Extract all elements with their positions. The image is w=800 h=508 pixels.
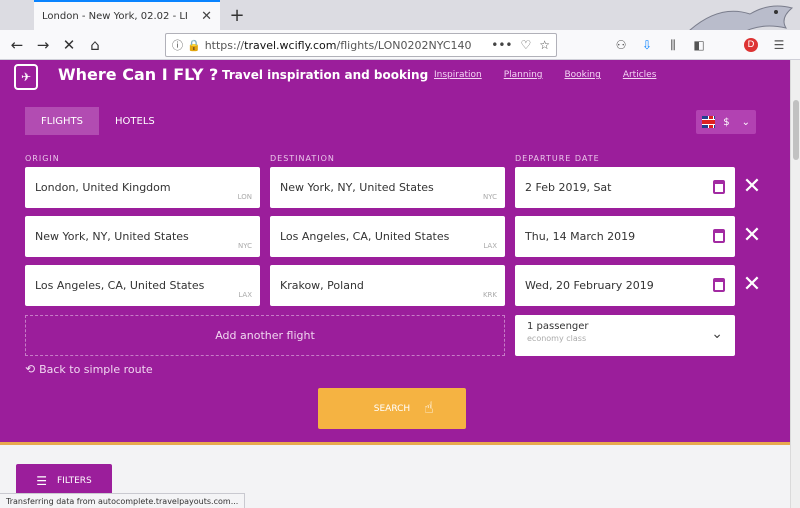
profile-avatar-icon[interactable]: D <box>742 36 760 54</box>
remove-leg-1-icon[interactable]: ✕ <box>742 176 762 198</box>
filters-icon: ☰ <box>36 474 47 488</box>
url-text[interactable]: https://travel.wcifly.com/flights/LON020… <box>205 39 484 52</box>
browser-tab-bar: London - New York, 02.02 - LI ✕ + <box>0 0 800 37</box>
destination-code: LAX <box>483 242 497 250</box>
calendar-icon[interactable] <box>713 229 725 243</box>
currency-label: $ <box>723 116 730 128</box>
menu-icon[interactable]: ☰ <box>770 36 788 54</box>
top-navigation: Inspiration Planning Booking Articles <box>434 70 678 80</box>
new-tab-icon[interactable]: + <box>226 4 248 26</box>
url-bar[interactable]: ⓘ 🔒 https://travel.wcifly.com/flights/LO… <box>165 33 557 57</box>
filters-label: FILTERS <box>57 476 92 486</box>
pocket-icon[interactable]: ♡ <box>520 38 531 52</box>
origin-code: NYC <box>237 242 252 250</box>
route-swap-icon: ⟲ <box>25 362 36 376</box>
destination-code: NYC <box>482 193 497 201</box>
page-actions-icon[interactable]: ••• <box>491 38 512 52</box>
date-field-1[interactable]: 2 Feb 2019, Sat <box>515 167 735 208</box>
back-to-simple-route-link[interactable]: ⟲ Back to simple route <box>25 362 153 376</box>
mode-tabs: FLIGHTS HOTELS <box>25 107 171 135</box>
stop-loading-icon[interactable]: ✕ <box>58 34 80 56</box>
calendar-icon[interactable] <box>713 180 725 194</box>
tab-hotels[interactable]: HOTELS <box>99 107 171 135</box>
origin-value: London, United Kingdom <box>35 181 171 194</box>
date-value: Wed, 20 February 2019 <box>525 279 654 292</box>
cabin-class: economy class <box>527 334 587 343</box>
site-brand[interactable]: Where Can I FLY ? <box>58 65 218 84</box>
remove-leg-2-icon[interactable]: ✕ <box>742 225 762 247</box>
date-field-2[interactable]: Thu, 14 March 2019 <box>515 216 735 257</box>
download-icon[interactable]: ⇩ <box>638 36 656 54</box>
search-hero: ✈ Where Can I FLY ? Travel inspiration a… <box>0 60 790 442</box>
origin-value: Los Angeles, CA, United States <box>35 279 205 292</box>
calendar-icon[interactable] <box>713 278 725 292</box>
origin-field-2[interactable]: New York, NY, United States NYC <box>25 216 260 257</box>
browser-nav-bar: ← → ✕ ⌂ ⓘ 🔒 https://travel.wcifly.com/fl… <box>0 30 800 60</box>
destination-field-2[interactable]: Los Angeles, CA, United States LAX <box>270 216 505 257</box>
tab-flights[interactable]: FLIGHTS <box>25 107 99 135</box>
passenger-count: 1 passenger <box>527 321 589 332</box>
search-button[interactable]: SEARCH <box>318 388 466 429</box>
origin-value: New York, NY, United States <box>35 230 189 243</box>
date-value: Thu, 14 March 2019 <box>525 230 636 243</box>
site-tagline: Travel inspiration and booking <box>222 68 429 82</box>
nav-inspiration[interactable]: Inspiration <box>434 70 482 80</box>
origin-column-label: ORIGIN <box>25 154 60 163</box>
destination-value: Los Angeles, CA, United States <box>280 230 450 243</box>
url-path: /flights/LON0202NYC140 <box>336 38 472 52</box>
hero-bottom-border <box>0 442 790 445</box>
destination-code: KRK <box>482 291 497 299</box>
account-icon[interactable]: ⚇ <box>612 36 630 54</box>
origin-code: LON <box>237 193 252 201</box>
browser-status-bar: Transferring data from autocomplete.trav… <box>0 493 246 508</box>
passengers-selector[interactable]: 1 passenger economy class ⌄ <box>515 315 735 356</box>
add-another-flight-button[interactable]: Add another flight <box>25 315 505 356</box>
nav-booking[interactable]: Booking <box>565 70 601 80</box>
tab-title: London - New York, 02.02 - LI <box>42 10 188 22</box>
nav-articles[interactable]: Articles <box>623 70 657 80</box>
date-value: 2 Feb 2019, Sat <box>525 181 612 194</box>
nav-planning[interactable]: Planning <box>504 70 543 80</box>
lock-icon: 🔒 <box>187 38 201 52</box>
departure-date-column-label: DEPARTURE DATE <box>515 154 600 163</box>
date-field-3[interactable]: Wed, 20 February 2019 <box>515 265 735 306</box>
destination-field-3[interactable]: Krakow, Poland KRK <box>270 265 505 306</box>
forward-arrow-icon[interactable]: → <box>32 34 54 56</box>
destination-value: New York, NY, United States <box>280 181 434 194</box>
page-content: ✈ Where Can I FLY ? Travel inspiration a… <box>0 60 790 508</box>
site-logo-icon[interactable]: ✈ <box>14 64 38 90</box>
back-link-label: Back to simple route <box>39 362 153 376</box>
url-domain: travel.wcifly.com <box>244 38 337 52</box>
tab-close-icon[interactable]: ✕ <box>201 9 212 24</box>
sidebar-icon[interactable]: ◧ <box>690 36 708 54</box>
back-arrow-icon[interactable]: ← <box>6 34 28 56</box>
browser-tab[interactable]: London - New York, 02.02 - LI ✕ <box>34 0 220 30</box>
destination-value: Krakow, Poland <box>280 279 364 292</box>
destination-column-label: DESTINATION <box>270 154 335 163</box>
info-icon[interactable]: ⓘ <box>172 37 183 53</box>
scrollbar-thumb[interactable] <box>793 100 799 160</box>
language-currency-selector[interactable]: $ ⌄ <box>696 110 756 134</box>
origin-field-3[interactable]: Los Angeles, CA, United States LAX <box>25 265 260 306</box>
hand-cursor-icon: ☝ <box>424 398 434 417</box>
destination-field-1[interactable]: New York, NY, United States NYC <box>270 167 505 208</box>
home-icon[interactable]: ⌂ <box>84 34 106 56</box>
chevron-down-icon: ⌄ <box>711 326 723 342</box>
page-scrollbar[interactable] <box>790 60 800 508</box>
bookmark-star-icon[interactable]: ☆ <box>539 38 550 52</box>
library-icon[interactable]: ⫼ <box>664 36 682 54</box>
uk-flag-icon <box>702 116 716 128</box>
remove-leg-3-icon[interactable]: ✕ <box>742 274 762 296</box>
chevron-down-icon: ⌄ <box>741 116 750 128</box>
origin-field-1[interactable]: London, United Kingdom LON <box>25 167 260 208</box>
url-prefix: https:// <box>204 38 245 52</box>
origin-code: LAX <box>238 291 252 299</box>
